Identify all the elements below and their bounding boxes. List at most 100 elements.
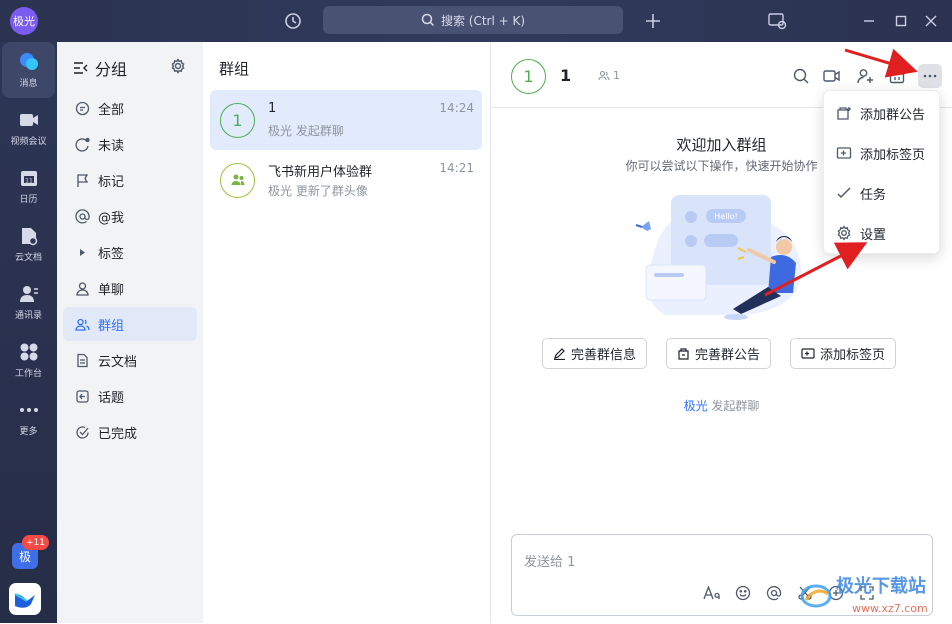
emoji-icon[interactable] [733,583,753,603]
maximize-icon[interactable] [890,10,912,32]
group-tags[interactable]: 标签 [63,235,197,269]
collapse-icon[interactable] [73,61,89,75]
add-member-icon[interactable] [855,66,875,86]
message-icon [19,53,38,70]
group-all[interactable]: 全部 [63,91,197,125]
illus-bubble-text: Hello! [714,212,737,221]
chat-name: 飞书新用户体验群 [268,165,373,180]
group-label: 标记 [98,174,125,190]
video-call-icon[interactable] [822,66,842,86]
member-count-value: 1 [613,69,620,82]
nav-label: 通讯录 [14,311,42,321]
task-check-icon [837,187,851,199]
system-message-user[interactable]: 极光 [684,399,708,413]
complete-group-info-button[interactable]: 完善群信息 [542,338,648,369]
nav-workbench[interactable]: 工作台 [0,332,57,388]
person-icon [76,281,89,296]
nav-messages[interactable]: 消息 [2,42,55,98]
people-icon [75,318,90,331]
action-label: 完善群信息 [571,348,637,363]
contacts-icon [19,286,38,302]
group-flagged[interactable]: 标记 [63,163,197,197]
chat-list-panel: 群组 1 1 极光 发起群聊 14:24 飞书新用户体验群 极光 更新了群头像 … [203,42,491,623]
groups-title: 分组 [95,60,128,79]
chat-icon [75,101,90,115]
header-avatar[interactable]: 1 [511,59,546,94]
chat-preview: 极光 更新了群头像 [268,184,368,198]
close-icon[interactable] [920,10,942,32]
svg-text:11: 11 [25,178,33,185]
menu-add-tab[interactable]: 添加标签页 [824,133,941,173]
screenshot-icon[interactable] [766,10,788,32]
nav-label: 工作台 [14,369,42,379]
announcement-icon [837,107,851,120]
plus-icon[interactable] [642,10,664,32]
tab-icon [801,348,815,359]
nav-docs[interactable]: 云文档 [0,216,57,272]
members-icon [598,70,610,81]
menu-add-announcement[interactable]: 添加群公告 [824,93,941,133]
more-icon [923,74,937,78]
nav-label: 日历 [19,195,38,205]
gear-icon[interactable] [170,58,186,78]
calendar-icon[interactable] [887,66,907,86]
menu-task[interactable]: 任务 [824,173,941,213]
group-done[interactable]: 已完成 [63,415,197,449]
groups-header: 分组 [73,56,127,80]
chat-preview: 极光 发起群聊 [268,124,344,138]
group-label: 单聊 [98,282,125,298]
unread-badge: +11 [22,535,49,550]
nav-label: 消息 [19,79,38,89]
chat-item-group-1[interactable]: 1 1 极光 发起群聊 14:24 [210,90,482,150]
system-message-text: 发起群聊 [711,399,760,413]
menu-label: 添加标签页 [860,147,926,163]
nav-video[interactable]: 视频会议 [0,100,57,156]
group-avatar [220,162,255,198]
chat-time: 14:24 [439,101,474,115]
history-icon[interactable] [282,10,304,32]
menu-settings[interactable]: 设置 [824,213,941,253]
group-unread[interactable]: 未读 [63,127,197,161]
triangle-right-icon [80,248,85,256]
group-label: 未读 [98,138,125,154]
action-label: 添加标签页 [820,348,886,363]
welcome-illustration: Hello! [635,195,802,320]
group-topics[interactable]: 话题 [63,379,197,413]
chat-name: 1 [268,101,277,116]
group-groups[interactable]: 群组 [63,307,197,341]
complete-announcement-button[interactable]: 完善群公告 [666,338,772,369]
member-count[interactable]: 1 [598,69,620,82]
chat-item-feishu-group[interactable]: 飞书新用户体验群 极光 更新了群头像 14:21 [210,150,482,210]
nav-contacts[interactable]: 通讯录 [0,274,57,330]
watermark: 极光下载站 www.xz7.com [796,570,946,620]
nav-more[interactable]: 更多 [0,390,57,446]
group-docs[interactable]: 云文档 [63,343,197,377]
add-tab-button[interactable]: 添加标签页 [790,338,897,369]
menu-label: 设置 [860,227,887,243]
workbench-icon [20,343,37,361]
group-label: 群组 [98,318,125,334]
feishu-logo-icon[interactable] [9,583,41,615]
group-single[interactable]: 单聊 [63,271,197,305]
nav-label: 视频会议 [10,137,47,147]
nav-label: 云文档 [14,253,42,263]
minimize-icon[interactable] [858,10,880,32]
chat-time: 14:21 [439,161,474,175]
font-format-icon[interactable] [702,583,722,603]
edit-icon [554,348,565,360]
group-label: @我 [98,210,125,226]
more-options-button[interactable] [918,64,942,88]
nav-label: 更多 [19,427,38,437]
mention-icon[interactable] [764,583,784,603]
message-placeholder: 发送给 1 [524,555,576,570]
nav-calendar[interactable]: 11 日历 [0,158,57,214]
group-mentions[interactable]: @我 [63,199,197,233]
system-message: 极光 发起群聊 [491,397,952,414]
search-icon [421,13,434,27]
user-avatar[interactable]: 极光 [10,7,38,35]
action-label: 完善群公告 [695,348,761,363]
chat-title[interactable]: 1 [560,66,571,85]
search-input[interactable]: 搜索 (Ctrl + K) [323,6,623,34]
search-chat-icon[interactable] [791,66,811,86]
menu-label: 任务 [860,187,887,203]
